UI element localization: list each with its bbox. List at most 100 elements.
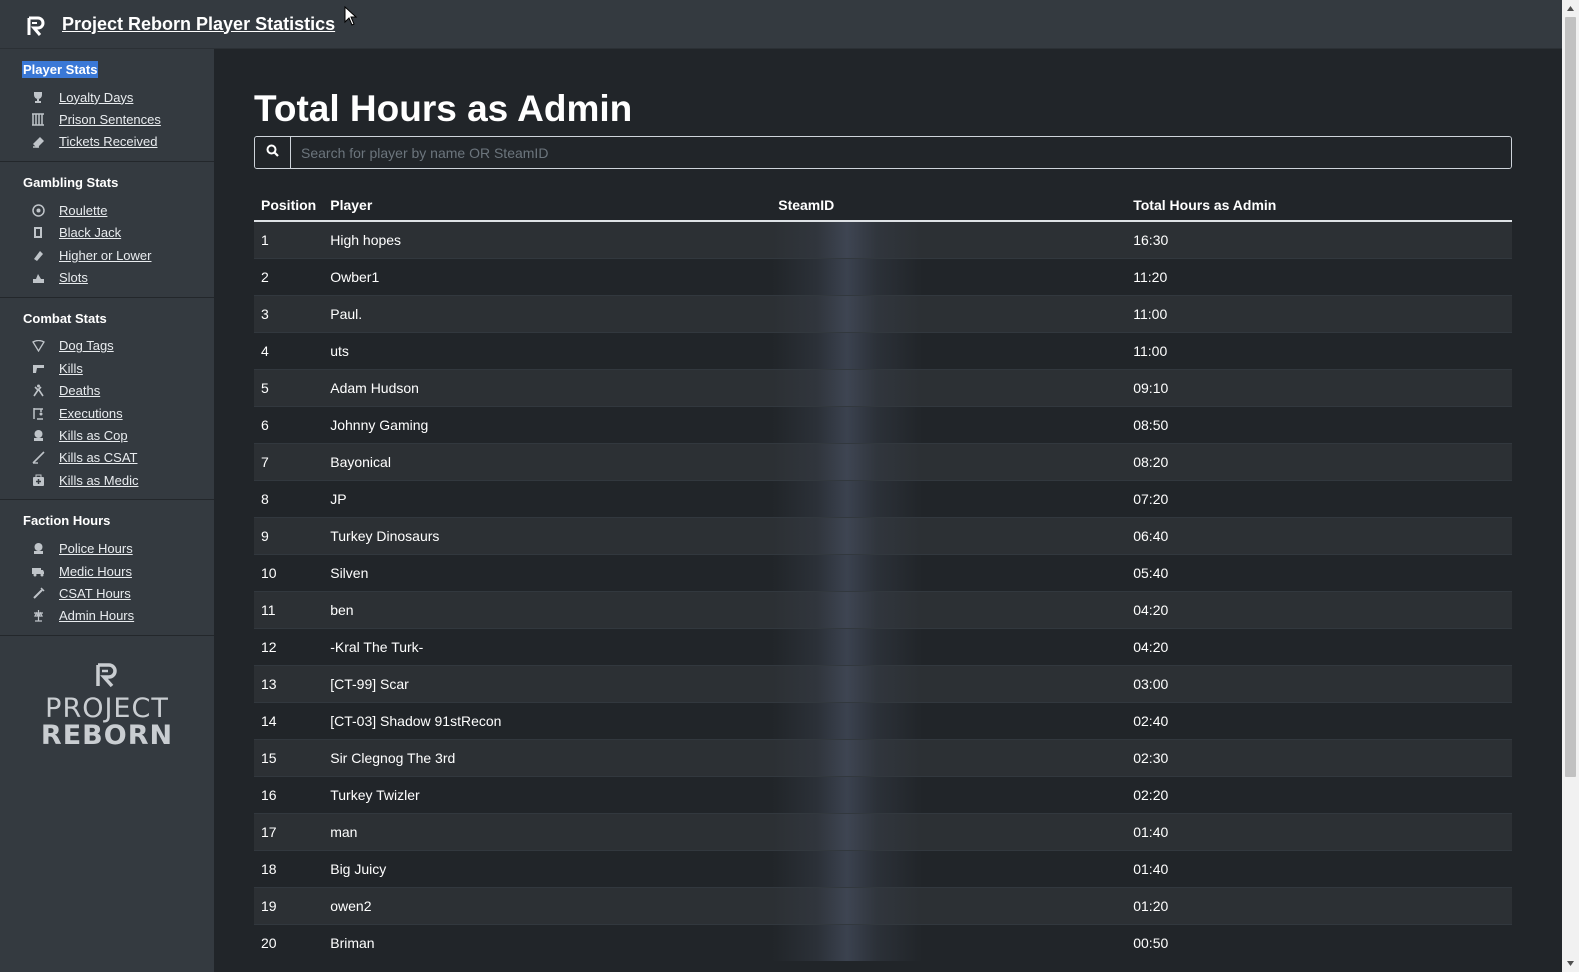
cell-total-hours: 04:20: [1126, 628, 1512, 666]
cell-steamid: [771, 295, 1127, 333]
steamid-redacted-area: [772, 888, 923, 924]
cell-total-hours: 04:20: [1126, 591, 1512, 629]
sidebar-item-admin-hours[interactable]: Admin Hours: [0, 605, 214, 627]
sidebar-item-kills-as-csat[interactable]: Kills as CSAT: [0, 447, 214, 469]
cell-steamid: [771, 924, 1127, 962]
sidebar-item-kills-as-medic[interactable]: Kills as Medic: [0, 469, 214, 491]
column-header-total-hours[interactable]: Total Hours as Admin: [1126, 189, 1512, 222]
table-row: 7 Bayonical 08:20: [254, 443, 1512, 481]
scroll-down-arrow-icon[interactable]: [1562, 955, 1579, 972]
sidebar-item-executions[interactable]: Executions: [0, 402, 214, 424]
cell-steamid: [771, 628, 1127, 666]
cell-player: High hopes: [323, 220, 772, 259]
sidebar-header-player-stats[interactable]: Player Stats: [22, 61, 99, 78]
cell-player: JP: [323, 480, 772, 518]
cell-steamid: [771, 406, 1127, 444]
table-row: 13 [CT-99] Scar 03:00: [254, 665, 1512, 703]
sidebar-item-tickets-received[interactable]: Tickets Received: [0, 131, 214, 153]
prison-bars-icon: [31, 113, 45, 127]
cell-position: 9: [254, 517, 324, 555]
sidebar-item-higher-or-lower[interactable]: Higher or Lower: [0, 244, 214, 266]
cell-total-hours: 11:00: [1126, 295, 1512, 333]
cell-player: Turkey Dinosaurs: [323, 517, 772, 555]
execution-icon: [31, 406, 45, 420]
cell-player: Silven: [323, 554, 772, 592]
sidebar-section-gambling-stats: Gambling Stats Roulette Black Jack Highe…: [0, 162, 214, 298]
steamid-redacted-area: [772, 407, 923, 443]
logo-text-project: PROJECT: [45, 693, 169, 725]
cell-position: 7: [254, 443, 324, 481]
sidebar-item-label: Admin Hours: [59, 608, 135, 624]
cell-player: Big Juicy: [323, 850, 772, 888]
cell-position: 11: [254, 591, 324, 629]
cell-steamid: [771, 443, 1127, 481]
cell-steamid: [771, 258, 1127, 296]
table-row: 3 Paul. 11:00: [254, 295, 1512, 333]
cell-position: 18: [254, 850, 324, 888]
mouse-cursor-icon: [344, 5, 358, 31]
sidebar-item-black-jack[interactable]: Black Jack: [0, 222, 214, 244]
steamid-redacted-area: [772, 629, 923, 665]
sidebar-header-faction-hours[interactable]: Faction Hours: [22, 512, 111, 529]
steamid-redacted-area: [772, 851, 923, 887]
column-header-position[interactable]: Position: [254, 189, 324, 222]
sidebar-item-slots[interactable]: Slots: [0, 266, 214, 288]
cell-position: 19: [254, 887, 324, 925]
sidebar-item-label: Kills as Cop: [59, 427, 128, 443]
sidebar-item-kills-as-cop[interactable]: Kills as Cop: [0, 424, 214, 446]
sidebar-item-loyalty-days[interactable]: Loyalty Days: [0, 86, 214, 108]
cell-player: man: [323, 813, 772, 851]
sidebar-header-gambling-stats[interactable]: Gambling Stats: [22, 174, 119, 191]
steamid-redacted-area: [772, 703, 923, 739]
cell-player: [CT-99] Scar: [323, 665, 772, 703]
scroll-up-arrow-icon[interactable]: [1562, 0, 1579, 17]
main-content: Total Hours as Admin Position Player Ste…: [254, 49, 1512, 962]
cell-position: 16: [254, 776, 324, 814]
sidebar-item-police-hours[interactable]: Police Hours: [0, 537, 214, 559]
vertical-scrollbar[interactable]: [1562, 0, 1579, 972]
table-row: 10 Silven 05:40: [254, 554, 1512, 592]
steamid-redacted-area: [772, 777, 923, 813]
steamid-redacted-area: [772, 814, 923, 850]
site-title-link[interactable]: Project Reborn Player Statistics: [62, 14, 335, 35]
sidebar-item-csat-hours[interactable]: CSAT Hours: [0, 582, 214, 604]
cell-steamid: [771, 665, 1127, 703]
sidebar-item-medic-hours[interactable]: Medic Hours: [0, 560, 214, 582]
scrollbar-thumb[interactable]: [1565, 17, 1576, 777]
sidebar-section-player-stats: Player Stats Loyalty Days Prison Sentenc…: [0, 49, 214, 163]
sidebar-item-kills[interactable]: Kills: [0, 357, 214, 379]
cell-total-hours: 06:40: [1126, 517, 1512, 555]
column-header-steamid[interactable]: SteamID: [771, 189, 1127, 222]
sidebar-item-dog-tags[interactable]: Dog Tags: [0, 335, 214, 357]
cell-total-hours: 02:20: [1126, 776, 1512, 814]
project-reborn-logo-icon[interactable]: [26, 15, 46, 37]
admin-icon: [31, 609, 45, 623]
cell-position: 4: [254, 332, 324, 370]
skull-icon: [31, 384, 45, 398]
leaderboard-table: Position Player SteamID Total Hours as A…: [254, 189, 1512, 962]
steamid-redacted-area: [772, 555, 923, 591]
cell-total-hours: 11:00: [1126, 332, 1512, 370]
cell-position: 3: [254, 295, 324, 333]
sidebar-item-roulette[interactable]: Roulette: [0, 199, 214, 221]
sidebar-header-combat-stats[interactable]: Combat Stats: [22, 310, 108, 327]
table-row: 16 Turkey Twizler 02:20: [254, 776, 1512, 814]
sidebar-item-label: Medic Hours: [59, 563, 132, 579]
cell-steamid: [771, 813, 1127, 851]
steamid-redacted-area: [772, 518, 923, 554]
sidebar-item-deaths[interactable]: Deaths: [0, 380, 214, 402]
cell-player: [CT-03] Shadow 91stRecon: [323, 702, 772, 740]
steamid-redacted-area: [772, 592, 923, 628]
column-header-player[interactable]: Player: [323, 189, 772, 222]
cell-position: 1: [254, 220, 324, 259]
sidebar-item-label: CSAT Hours: [59, 585, 131, 601]
search-input[interactable]: [291, 137, 1511, 168]
medkit-icon: [31, 473, 45, 487]
table-row: 17 man 01:40: [254, 813, 1512, 851]
cell-position: 20: [254, 924, 324, 962]
police-icon: [31, 428, 45, 442]
search-bar: [254, 136, 1512, 169]
search-button[interactable]: [255, 137, 291, 168]
sidebar-item-prison-sentences[interactable]: Prison Sentences: [0, 108, 214, 130]
steamid-redacted-area: [772, 370, 923, 406]
